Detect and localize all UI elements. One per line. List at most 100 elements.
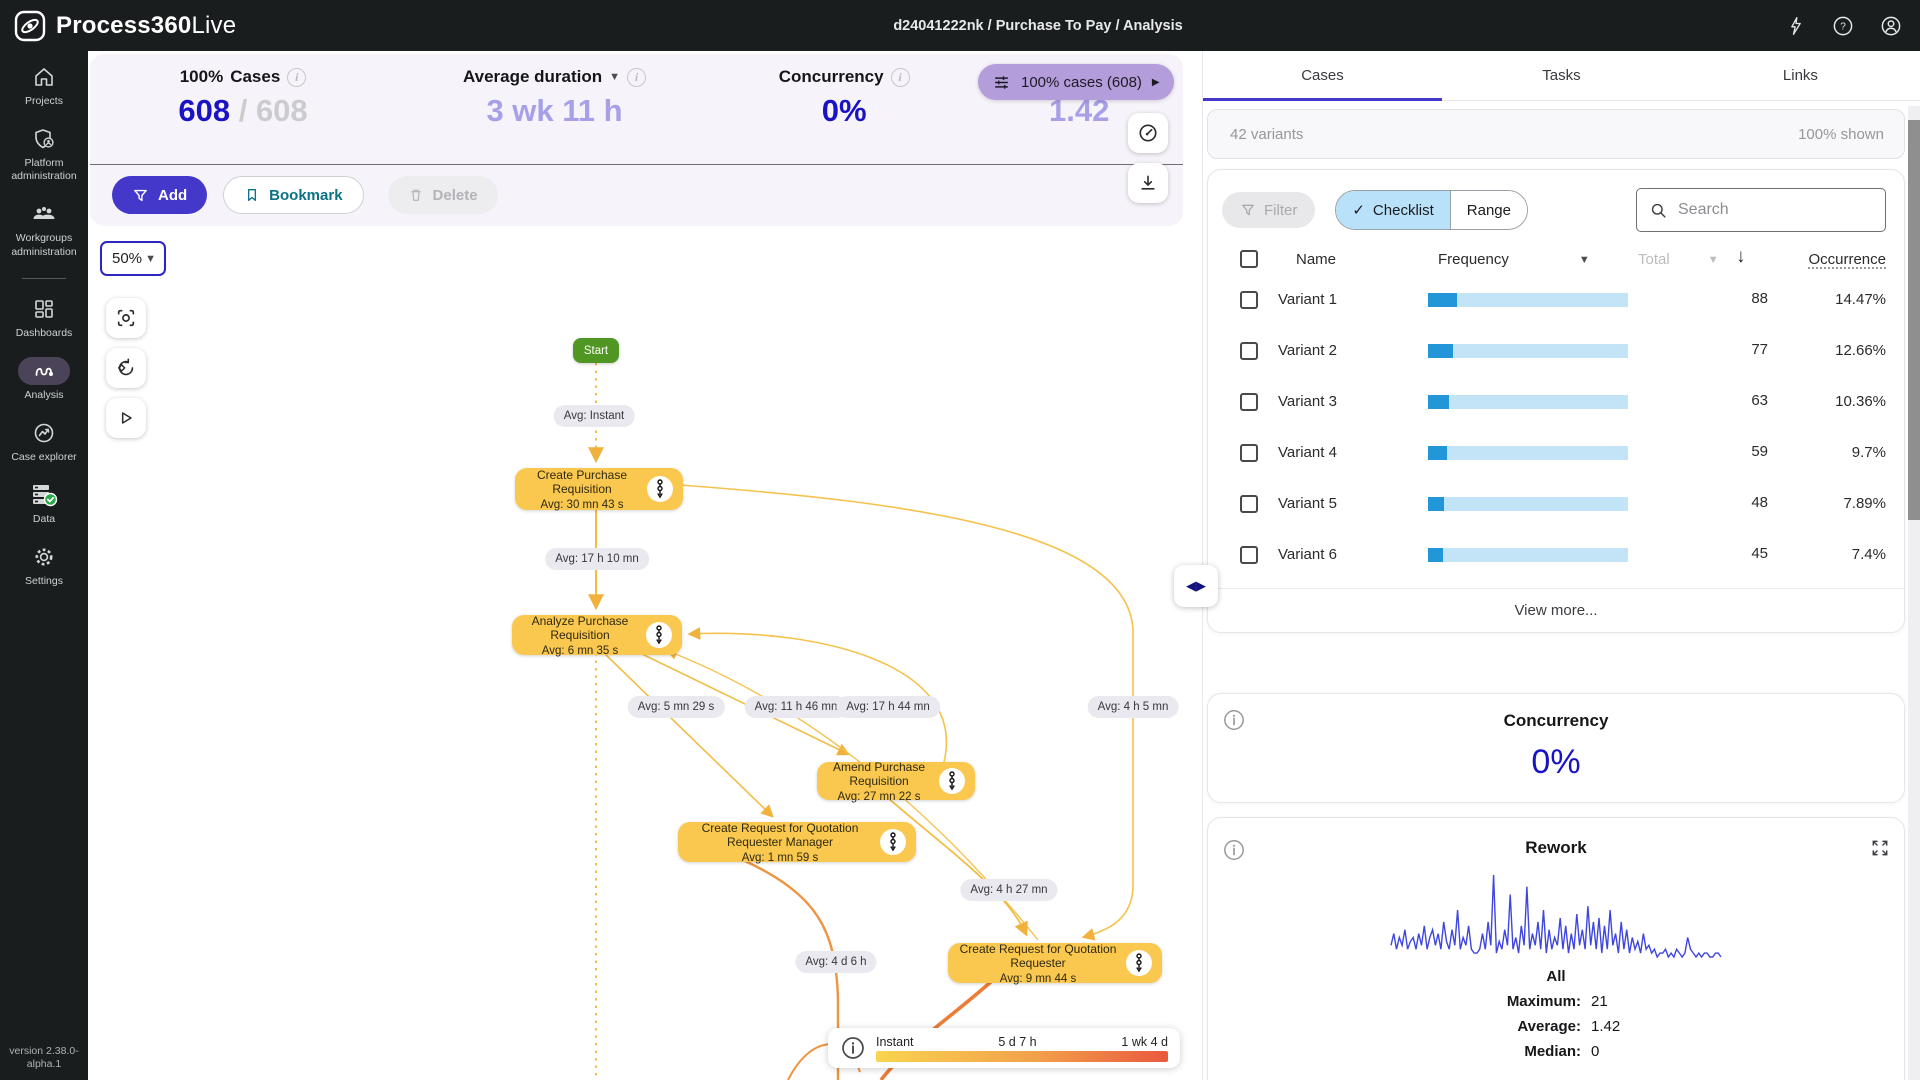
dashboards-icon xyxy=(35,299,53,318)
table-row-variant-1[interactable]: Variant 1 88 14.47% xyxy=(1208,282,1904,333)
expand-cases-icon: ▶ xyxy=(1151,76,1160,88)
node-create-rfq-requester[interactable]: Create Request for Quotation Requester A… xyxy=(948,942,1162,985)
expand-icon[interactable] xyxy=(1870,838,1890,858)
checklist-option[interactable]: ✓ Checklist xyxy=(1336,191,1450,229)
table-row-variant-4[interactable]: Variant 4 59 9.7% xyxy=(1208,435,1904,486)
range-option[interactable]: Range xyxy=(1449,191,1527,229)
svg-text:?: ? xyxy=(1840,21,1846,32)
cases-percent: 100% xyxy=(179,67,224,86)
column-name: Name xyxy=(1296,251,1337,268)
variant-checkbox[interactable] xyxy=(1240,291,1258,309)
sidebar-item-platform-administration[interactable]: Platform administration xyxy=(2,125,86,183)
cases-info-icon[interactable]: i xyxy=(287,67,307,87)
help-icon[interactable]: ? xyxy=(1832,15,1854,37)
panel-scrollbar[interactable] xyxy=(1908,106,1920,1080)
node-start[interactable]: Start xyxy=(573,338,619,363)
performance-view-button[interactable] xyxy=(1128,113,1168,153)
reset-rotation-icon xyxy=(117,358,134,376)
delete-button[interactable]: Delete xyxy=(387,176,498,214)
column-occurrence[interactable]: Occurrence xyxy=(1808,251,1886,268)
rework-maximum: Maximum: 21 xyxy=(1506,993,1608,1010)
app-version: version 2.38.0-alpha.1 xyxy=(9,1044,79,1071)
rework-card-title: Rework xyxy=(1525,838,1587,857)
sort-descending-icon[interactable]: ↓ xyxy=(1736,246,1746,268)
concurrency-info-icon[interactable]: i xyxy=(890,67,910,87)
download-map-button[interactable] xyxy=(1128,163,1168,203)
table-row-variant-6[interactable]: Variant 6 45 7.4% xyxy=(1208,537,1904,588)
tab-tasks[interactable]: Tasks xyxy=(1442,51,1681,100)
variant-checkbox[interactable] xyxy=(1240,495,1258,513)
panel-tabs: Cases Tasks Links xyxy=(1203,51,1920,101)
stat-concurrency: Concurrency i 0% xyxy=(713,67,975,129)
play-icon xyxy=(121,412,132,424)
brand-bold: Process360 xyxy=(56,11,192,39)
node-create-rfq-requester-manager[interactable]: Create Request for Quotation Requester M… xyxy=(678,821,916,864)
data-icon xyxy=(33,485,58,507)
column-frequency[interactable]: Frequency ▼ xyxy=(1438,251,1590,268)
variant-checkbox[interactable] xyxy=(1240,444,1258,462)
search-input[interactable] xyxy=(1678,201,1858,219)
sidebar-item-analysis[interactable]: Analysis xyxy=(2,356,86,402)
sidebar-item-dashboards[interactable]: Dashboards xyxy=(2,295,86,340)
node-gateway-icon[interactable] xyxy=(646,622,672,648)
sidebar-item-data[interactable]: Data xyxy=(2,481,86,526)
frequency-bar xyxy=(1428,344,1628,358)
table-row-variant-3[interactable]: Variant 3 63 10.36% xyxy=(1208,384,1904,435)
cases-percentage-button[interactable]: 100% cases (608) ▶ xyxy=(978,64,1174,100)
cases-label: Cases xyxy=(230,67,281,86)
edge-label: Avg: 17 h 10 mn xyxy=(545,548,649,570)
shield-user-icon xyxy=(35,129,54,149)
tab-links[interactable]: Links xyxy=(1681,51,1920,100)
node-gateway-icon[interactable] xyxy=(939,768,965,794)
legend-info-icon[interactable] xyxy=(840,1035,866,1061)
node-gateway-icon[interactable] xyxy=(647,476,673,502)
quick-actions-icon[interactable] xyxy=(1786,16,1806,36)
duration-dropdown-icon[interactable]: ▼ xyxy=(609,71,620,83)
edge-label: Avg: 4 h 27 mn xyxy=(960,879,1058,901)
view-more-link[interactable]: View more... xyxy=(1514,602,1597,619)
table-row-variant-5[interactable]: Variant 5 48 7.89% xyxy=(1208,486,1904,537)
panel-resize-handle[interactable]: ◀▶ xyxy=(1174,565,1218,607)
node-gateway-icon[interactable] xyxy=(1126,950,1152,976)
scrollbar-thumb[interactable] xyxy=(1908,120,1920,520)
search-field[interactable] xyxy=(1636,188,1886,232)
add-filter-button[interactable]: Add xyxy=(112,176,208,214)
process-map[interactable]: Start Create Purchase Requisition Avg: 3… xyxy=(88,230,1202,1080)
concurrency-card: Concurrency 0% xyxy=(1207,693,1905,803)
variant-checkbox[interactable] xyxy=(1240,546,1258,564)
sidebar-item-case-explorer[interactable]: Case explorer xyxy=(2,419,86,464)
variants-summary: 42 variants 100% shown xyxy=(1207,109,1905,159)
rework-info-icon[interactable] xyxy=(1222,838,1246,862)
select-all-checkbox[interactable] xyxy=(1240,250,1258,268)
variant-checkbox[interactable] xyxy=(1240,393,1258,411)
table-row-variant-2[interactable]: Variant 2 77 12.66% xyxy=(1208,333,1904,384)
column-total[interactable]: Total ▼ xyxy=(1638,251,1719,268)
cases-value: 608 xyxy=(178,93,231,128)
variant-checkbox[interactable] xyxy=(1240,342,1258,360)
frequency-bar xyxy=(1428,395,1628,409)
rework-sparkline-chart xyxy=(1390,874,1722,959)
sidebar-item-projects[interactable]: Projects xyxy=(2,63,86,108)
filter-button[interactable]: Filter xyxy=(1222,192,1316,228)
bookmark-button[interactable]: Bookmark xyxy=(223,176,364,214)
node-analyze-purchase-requisition[interactable]: Analyze Purchase Requisition Avg: 6 mn 3… xyxy=(512,614,682,657)
reset-view-button[interactable] xyxy=(106,348,146,388)
duration-info-icon[interactable]: i xyxy=(627,67,647,87)
edge-label: Avg: 17 h 44 mn xyxy=(836,696,940,718)
play-animation-button[interactable] xyxy=(106,398,146,438)
node-gateway-icon[interactable] xyxy=(880,829,906,855)
zoom-level-select[interactable]: 50% ▼ xyxy=(100,241,166,276)
sidebar-item-settings[interactable]: Settings xyxy=(2,543,86,588)
gear-icon xyxy=(35,548,53,566)
concurrency-info-icon[interactable] xyxy=(1222,708,1246,732)
cases-total: / 608 xyxy=(238,93,308,128)
concurrency-card-value: 0% xyxy=(1531,743,1581,781)
concurrency-card-title: Concurrency xyxy=(1503,711,1609,730)
account-icon[interactable] xyxy=(1880,15,1902,37)
node-create-purchase-requisition[interactable]: Create Purchase Requisition Avg: 30 mn 4… xyxy=(515,468,683,511)
tab-cases[interactable]: Cases xyxy=(1203,51,1442,101)
fit-to-screen-button[interactable] xyxy=(106,298,146,338)
node-amend-purchase-requisition[interactable]: Amend Purchase Requisition Avg: 27 mn 22… xyxy=(817,760,975,803)
frequency-bar xyxy=(1428,548,1628,562)
sidebar-item-workgroups-administration[interactable]: Workgroups administration xyxy=(2,200,86,258)
